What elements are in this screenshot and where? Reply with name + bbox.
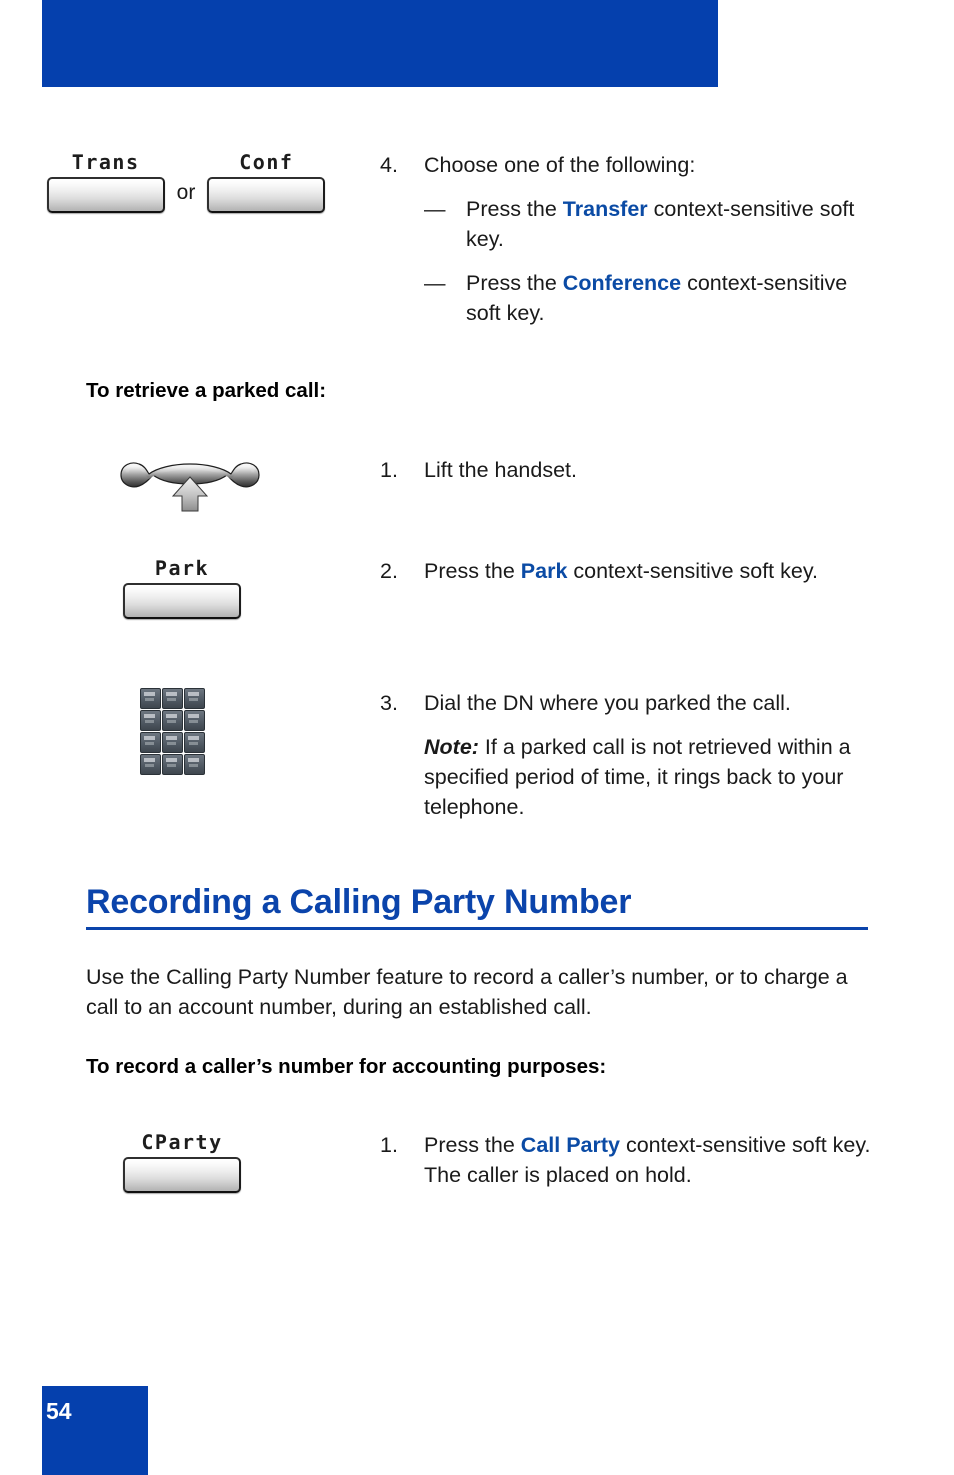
call-party-keyword: Call Party [520, 1133, 620, 1157]
keypad-key[interactable] [183, 688, 205, 709]
retrieve-step-3-number: 3. [380, 691, 398, 715]
step-4-row: Trans or Conf 4. Choose one of the follo… [0, 150, 954, 328]
retrieve-step-3: 3. Dial the DN where you parked the call… [380, 688, 884, 822]
keypad-key[interactable] [183, 732, 205, 753]
cparty-softkey-label: CParty [141, 1130, 223, 1154]
softkey-or-label: or [176, 181, 196, 204]
retrieve-step-1: 1. Lift the handset. [380, 455, 884, 485]
recording-step-1-prefix: Press the [424, 1133, 521, 1157]
retrieve-step-2-text-column: 2. Press the Park context-sensitive soft… [380, 556, 954, 586]
keypad-key[interactable] [161, 732, 183, 753]
retrieve-step-3-icon-column [0, 688, 380, 775]
page-header-banner [42, 0, 718, 87]
transfer-softkey-label: Trans [71, 150, 140, 174]
step-4-text-column: 4. Choose one of the following: — Press … [380, 150, 954, 328]
keypad-key[interactable] [139, 710, 161, 731]
recording-step-1-number: 1. [380, 1133, 398, 1157]
substep-transfer-prefix: Press the [466, 197, 563, 221]
retrieve-step-3-text-column: 3. Dial the DN where you parked the call… [380, 688, 954, 822]
step-4-body: Choose one of the following: — Press the… [424, 150, 884, 328]
recording-section-subheading: To record a caller’s number for accounti… [86, 1055, 607, 1078]
retrieve-step-3-row: 3. Dial the DN where you parked the call… [0, 688, 954, 822]
retrieve-parked-call-heading: To retrieve a parked call: [86, 379, 327, 402]
retrieve-step-2-icon-column: Park [0, 556, 380, 619]
conference-keyword: Conference [562, 271, 682, 295]
retrieve-step-2-number: 2. [380, 559, 398, 583]
retrieve-step-2: 2. Press the Park context-sensitive soft… [380, 556, 884, 586]
recording-section-heading: Recording a Calling Party Number [86, 883, 632, 921]
cparty-softkey[interactable]: CParty [123, 1130, 241, 1193]
retrieve-step-1-text-column: 1. Lift the handset. [380, 455, 954, 485]
park-softkey-button[interactable] [123, 583, 241, 619]
park-keyword: Park [520, 559, 568, 583]
retrieve-step-1-text: Lift the handset. [424, 458, 577, 482]
note-label: Note: [424, 735, 479, 759]
retrieve-step-2-prefix: Press the [424, 559, 521, 583]
retrieve-step-1-number: 1. [380, 458, 398, 482]
transfer-conference-softkey-pair: Trans or Conf [46, 150, 326, 213]
recording-step-1-row: CParty 1. Press the Call Party context-s… [0, 1130, 954, 1193]
retrieve-step-1-row: 1. Lift the handset. [0, 455, 954, 515]
substep-dash-icon: — [424, 197, 446, 221]
recording-step-1: 1. Press the Call Party context-sensitiv… [380, 1130, 884, 1190]
retrieve-step-3-note: Note: If a parked call is not retrieved … [424, 732, 884, 822]
section-heading-rule [86, 927, 868, 930]
recording-step-1-text: Press the Call Party context-sensitive s… [424, 1130, 884, 1190]
retrieve-step-3-text: Dial the DN where you parked the call. [424, 691, 791, 715]
transfer-keyword: Transfer [562, 197, 648, 221]
keypad-key[interactable] [139, 754, 161, 775]
retrieve-step-3-body: Dial the DN where you parked the call. N… [424, 688, 884, 822]
keypad-key[interactable] [161, 710, 183, 731]
step-4-number: 4. [380, 153, 398, 177]
retrieve-step-2-suffix: context-sensitive soft key. [567, 559, 818, 583]
step-4-text: Choose one of the following: [424, 153, 696, 177]
step-4-icon-column: Trans or Conf [0, 150, 380, 213]
substep-conference-prefix: Press the [466, 271, 563, 295]
keypad-icon[interactable] [139, 688, 205, 775]
park-softkey[interactable]: Park [123, 556, 241, 619]
step-4-substep-transfer: — Press the Transfer context-sensitive s… [424, 194, 884, 254]
keypad-key[interactable] [139, 688, 161, 709]
conference-softkey[interactable]: Conf [207, 150, 326, 213]
retrieve-step-2-row: Park 2. Press the Park context-sensitive… [0, 556, 954, 619]
note-text: If a parked call is not retrieved within… [424, 735, 851, 819]
keypad-key[interactable] [139, 732, 161, 753]
step-4: 4. Choose one of the following: — Press … [380, 150, 884, 328]
recording-step-1-icon-column: CParty [0, 1130, 380, 1193]
keypad-key[interactable] [161, 688, 183, 709]
recording-step-1-text-column: 1. Press the Call Party context-sensitiv… [380, 1130, 954, 1190]
substep-conference-text: Press the Conference context-sensitive s… [466, 268, 884, 328]
footer-page-number: 54 [46, 1398, 72, 1424]
step-4-substep-conference: — Press the Conference context-sensitive… [424, 268, 884, 328]
recording-section-heading-group: Recording a Calling Party Number [86, 881, 868, 930]
transfer-softkey-button[interactable] [46, 177, 165, 213]
conference-softkey-button[interactable] [207, 177, 326, 213]
cparty-softkey-button[interactable] [123, 1157, 241, 1193]
retrieve-step-1-icon-column [0, 455, 380, 515]
keypad-key[interactable] [183, 754, 205, 775]
transfer-softkey[interactable]: Trans [46, 150, 165, 213]
substep-dash-icon: — [424, 271, 446, 295]
recording-section-paragraph: Use the Calling Party Number feature to … [86, 965, 848, 1019]
retrieve-step-2-text: Press the Park context-sensitive soft ke… [424, 556, 884, 586]
conference-softkey-label: Conf [239, 150, 294, 174]
keypad-key[interactable] [161, 754, 183, 775]
park-softkey-label: Park [154, 556, 210, 580]
substep-transfer-text: Press the Transfer context-sensitive sof… [466, 194, 884, 254]
keypad-key[interactable] [183, 710, 205, 731]
handset-lift-icon [120, 462, 260, 512]
